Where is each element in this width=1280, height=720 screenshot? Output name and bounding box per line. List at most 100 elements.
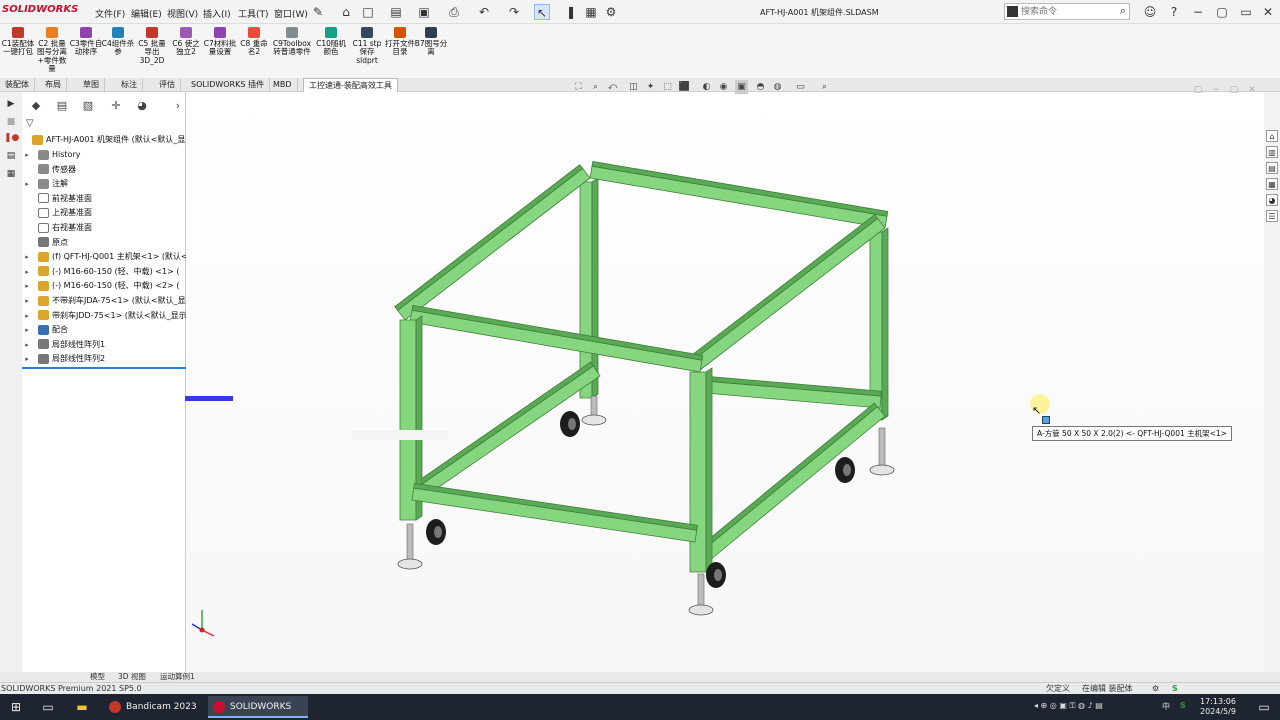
redo-icon[interactable]: ↷: [506, 4, 522, 20]
tab-evaluate[interactable]: 评估: [154, 78, 181, 92]
tab-assembly[interactable]: 装配体: [0, 78, 35, 92]
tree-top-plane[interactable]: 上视基准面: [22, 205, 186, 220]
cmd-stp-save[interactable]: C11 stp保存sldprt: [350, 27, 384, 65]
select-icon[interactable]: ↖: [534, 4, 550, 20]
dimxpert-tab-icon[interactable]: ✛: [106, 97, 126, 115]
expander-icon[interactable]: ▸: [22, 309, 32, 323]
top-right-beam-side[interactable]: [689, 214, 879, 362]
tree-caster-brake[interactable]: ▸ 带刹车JDD-75<1> (默认<默认_显示: [22, 308, 186, 323]
ime-indicator[interactable]: 中: [1162, 701, 1170, 712]
back-left-foot[interactable]: [590, 395, 598, 417]
zoom-fit-icon[interactable]: ⛶: [572, 80, 585, 94]
appearances-icon[interactable]: ◕: [1266, 194, 1278, 206]
maximize-icon[interactable]: ▭: [1238, 4, 1254, 20]
property-manager-tab-icon[interactable]: ▤: [52, 97, 72, 115]
file-properties-icon[interactable]: ▦: [583, 4, 599, 20]
edit-macro-icon[interactable]: ▦: [4, 168, 18, 181]
menu-file[interactable]: 文件(F): [95, 7, 125, 20]
tab-layout[interactable]: 布局: [40, 78, 67, 92]
chevron-right-icon[interactable]: ›: [168, 97, 188, 115]
previous-view-icon[interactable]: ⤺: [606, 80, 619, 94]
cmd-auto-sort[interactable]: C3零件自动排序: [69, 27, 103, 57]
back-right-foot[interactable]: [878, 427, 886, 467]
tree-foot-1[interactable]: ▸ (-) M16-60-150 (轻、中载) <1> (: [22, 264, 186, 279]
edit-appearance-icon[interactable]: ◉: [717, 80, 730, 94]
display-style-icon[interactable]: ⬛: [678, 80, 691, 94]
tree-origin[interactable]: 原点: [22, 235, 186, 250]
section-view-icon[interactable]: ◫: [627, 80, 640, 94]
back-right-post-side[interactable]: [881, 227, 889, 421]
cmd-random-color[interactable]: C10随机颜色: [314, 27, 348, 57]
stop-icon[interactable]: ■: [4, 116, 18, 129]
save-icon[interactable]: ▣: [416, 4, 432, 20]
zoom-area-icon[interactable]: ⌕: [589, 80, 602, 94]
front-right-post-side[interactable]: [705, 367, 713, 573]
filter-icon[interactable]: ▽: [26, 118, 34, 129]
viewport-tile-icon[interactable]: ▢: [1192, 84, 1204, 96]
new-document-icon[interactable]: □: [360, 4, 376, 20]
view-orientation-icon[interactable]: ⬚: [661, 80, 674, 94]
feature-manager-tab-icon[interactable]: ◆: [26, 97, 46, 115]
undo-icon[interactable]: ↶: [476, 4, 492, 20]
monitor-icon[interactable]: ▭: [794, 80, 807, 94]
tree-caster-no-brake[interactable]: ▸ 不带刹车JDA-75<1> (默认<默认_显: [22, 293, 186, 308]
scene-icon[interactable]: ▣: [735, 80, 748, 94]
file-explorer-taskbar-icon[interactable]: ▬: [74, 699, 90, 715]
resources-icon[interactable]: ⌂: [1266, 130, 1278, 142]
tree-root[interactable]: AFT-HJ-A001 机架组件 (默认<默认_显示: [22, 132, 186, 147]
close-icon[interactable]: ✕: [1260, 4, 1276, 20]
top-right-beam[interactable]: [692, 217, 886, 371]
search-view-icon[interactable]: ⌕: [818, 80, 831, 94]
menu-window[interactable]: 窗口(W): [274, 7, 308, 20]
realview-icon[interactable]: ◍: [771, 80, 784, 94]
minimize-icon[interactable]: −: [1190, 4, 1206, 20]
gear-icon[interactable]: ⚙: [603, 4, 619, 20]
viewport-restore-icon[interactable]: ▢: [1228, 84, 1240, 96]
cmd-rename[interactable]: C8 重命名2: [237, 27, 271, 57]
menu-tools[interactable]: 工具(T): [238, 7, 269, 20]
sogou-tray-icon[interactable]: S: [1180, 701, 1186, 710]
cmd-make-independent[interactable]: C6 使之独立2: [169, 27, 203, 57]
expander-icon[interactable]: ▸: [22, 177, 32, 191]
menu-insert[interactable]: 插入(I): [203, 7, 231, 20]
cmd-b7-separate[interactable]: B7图号分离: [414, 27, 448, 57]
taskbar-bandicam[interactable]: Bandicam 2023: [104, 696, 204, 718]
tab-motion-study[interactable]: 运动算例1: [160, 672, 195, 682]
tab-sketch[interactable]: 草图: [78, 78, 105, 92]
open-icon[interactable]: ▤: [388, 4, 404, 20]
restore-icon[interactable]: ▢: [1214, 4, 1230, 20]
tree-main-frame[interactable]: ▸ (f) QFT-HJ-Q001 主机架<1> (默认<: [22, 249, 186, 264]
tab-markup[interactable]: 标注: [116, 78, 143, 92]
top-front-beam-side[interactable]: [411, 304, 704, 361]
menu-view[interactable]: 视图(V): [167, 7, 198, 20]
tab-3d-view[interactable]: 3D 视图: [118, 672, 146, 682]
top-left-beam[interactable]: [397, 167, 591, 321]
notification-icon[interactable]: ▭: [1256, 699, 1272, 715]
solidworks-logo[interactable]: SOLIDWORKS: [2, 4, 78, 15]
assembly-model[interactable]: [186, 92, 1264, 672]
top-back-beam[interactable]: [589, 165, 888, 229]
tab-model[interactable]: 模型: [90, 672, 105, 682]
cmd-batch-separate[interactable]: C2 批量图号分离+零件数量: [35, 27, 69, 74]
custom-properties-icon[interactable]: ☰: [1266, 210, 1278, 222]
expander-icon[interactable]: ▸: [22, 265, 32, 279]
rebuild-icon[interactable]: ❚: [563, 4, 579, 20]
task-view-icon[interactable]: ▭: [40, 699, 56, 715]
viewport-minimize-icon[interactable]: −: [1210, 84, 1222, 96]
appearance-tab-icon[interactable]: ◕: [132, 97, 152, 115]
expander-icon[interactable]: ▸: [22, 148, 32, 162]
expander-icon[interactable]: ▸: [22, 250, 32, 264]
top-front-beam[interactable]: [409, 309, 703, 373]
file-explorer-icon[interactable]: ▤: [1266, 162, 1278, 174]
expander-icon[interactable]: ▸: [22, 352, 32, 366]
print-icon[interactable]: ⎙: [446, 4, 462, 20]
play-icon[interactable]: ▶: [4, 98, 18, 111]
search-input[interactable]: [1021, 5, 1117, 19]
bottom-front-beam[interactable]: [411, 487, 698, 543]
search-icon[interactable]: ⌕: [1120, 4, 1126, 18]
menu-edit[interactable]: 编辑(E): [131, 7, 162, 20]
tray-icons[interactable]: ◂ ⊕ ◎ ▣ ⚿ ◍ ♪ ▤: [1034, 701, 1103, 711]
tree-foot-2[interactable]: ▸ (-) M16-60-150 (轻、中载) <2> (: [22, 278, 186, 293]
cmd-pack-assembly[interactable]: C1装配体一键打包: [1, 27, 35, 57]
tab-addins[interactable]: SOLIDWORKS 插件: [186, 78, 270, 92]
